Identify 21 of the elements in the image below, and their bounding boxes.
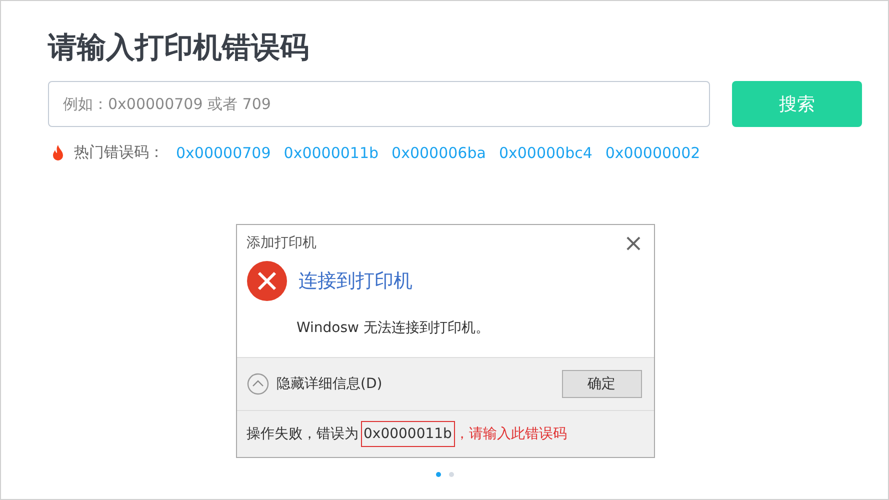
collapse-icon: [246, 373, 268, 395]
search-button[interactable]: 搜索: [732, 81, 862, 127]
error-code-link[interactable]: 0x00000709: [176, 144, 271, 162]
close-icon: ×: [623, 233, 644, 253]
page-title: 请输入打印机错误码: [48, 29, 309, 66]
error-code-link[interactable]: 0x000006ba: [392, 144, 486, 162]
carousel-dot[interactable]: [436, 472, 441, 477]
highlighted-error-code: 0x0000011b: [360, 421, 455, 447]
error-code-link[interactable]: 0x00000002: [605, 144, 700, 162]
error-hint: ，请输入此错误码: [454, 425, 567, 443]
fire-icon: [52, 144, 64, 160]
error-code-link[interactable]: 0x0000011b: [284, 144, 379, 162]
carousel-dot[interactable]: [449, 472, 454, 477]
dialog-message: Windosw 无法连接到打印机。: [296, 319, 490, 337]
dialog-heading: 连接到打印机: [298, 269, 412, 294]
error-code-link[interactable]: 0x00000bc4: [498, 144, 592, 162]
dialog-title: 添加打印机: [246, 234, 316, 252]
error-icon: [246, 261, 286, 301]
search-field[interactable]: 例如：0x00000709 或者 709: [48, 81, 710, 127]
hot-codes-label: 热门错误码：: [74, 143, 164, 162]
error-prefix: 操作失败，错误为: [246, 425, 358, 443]
